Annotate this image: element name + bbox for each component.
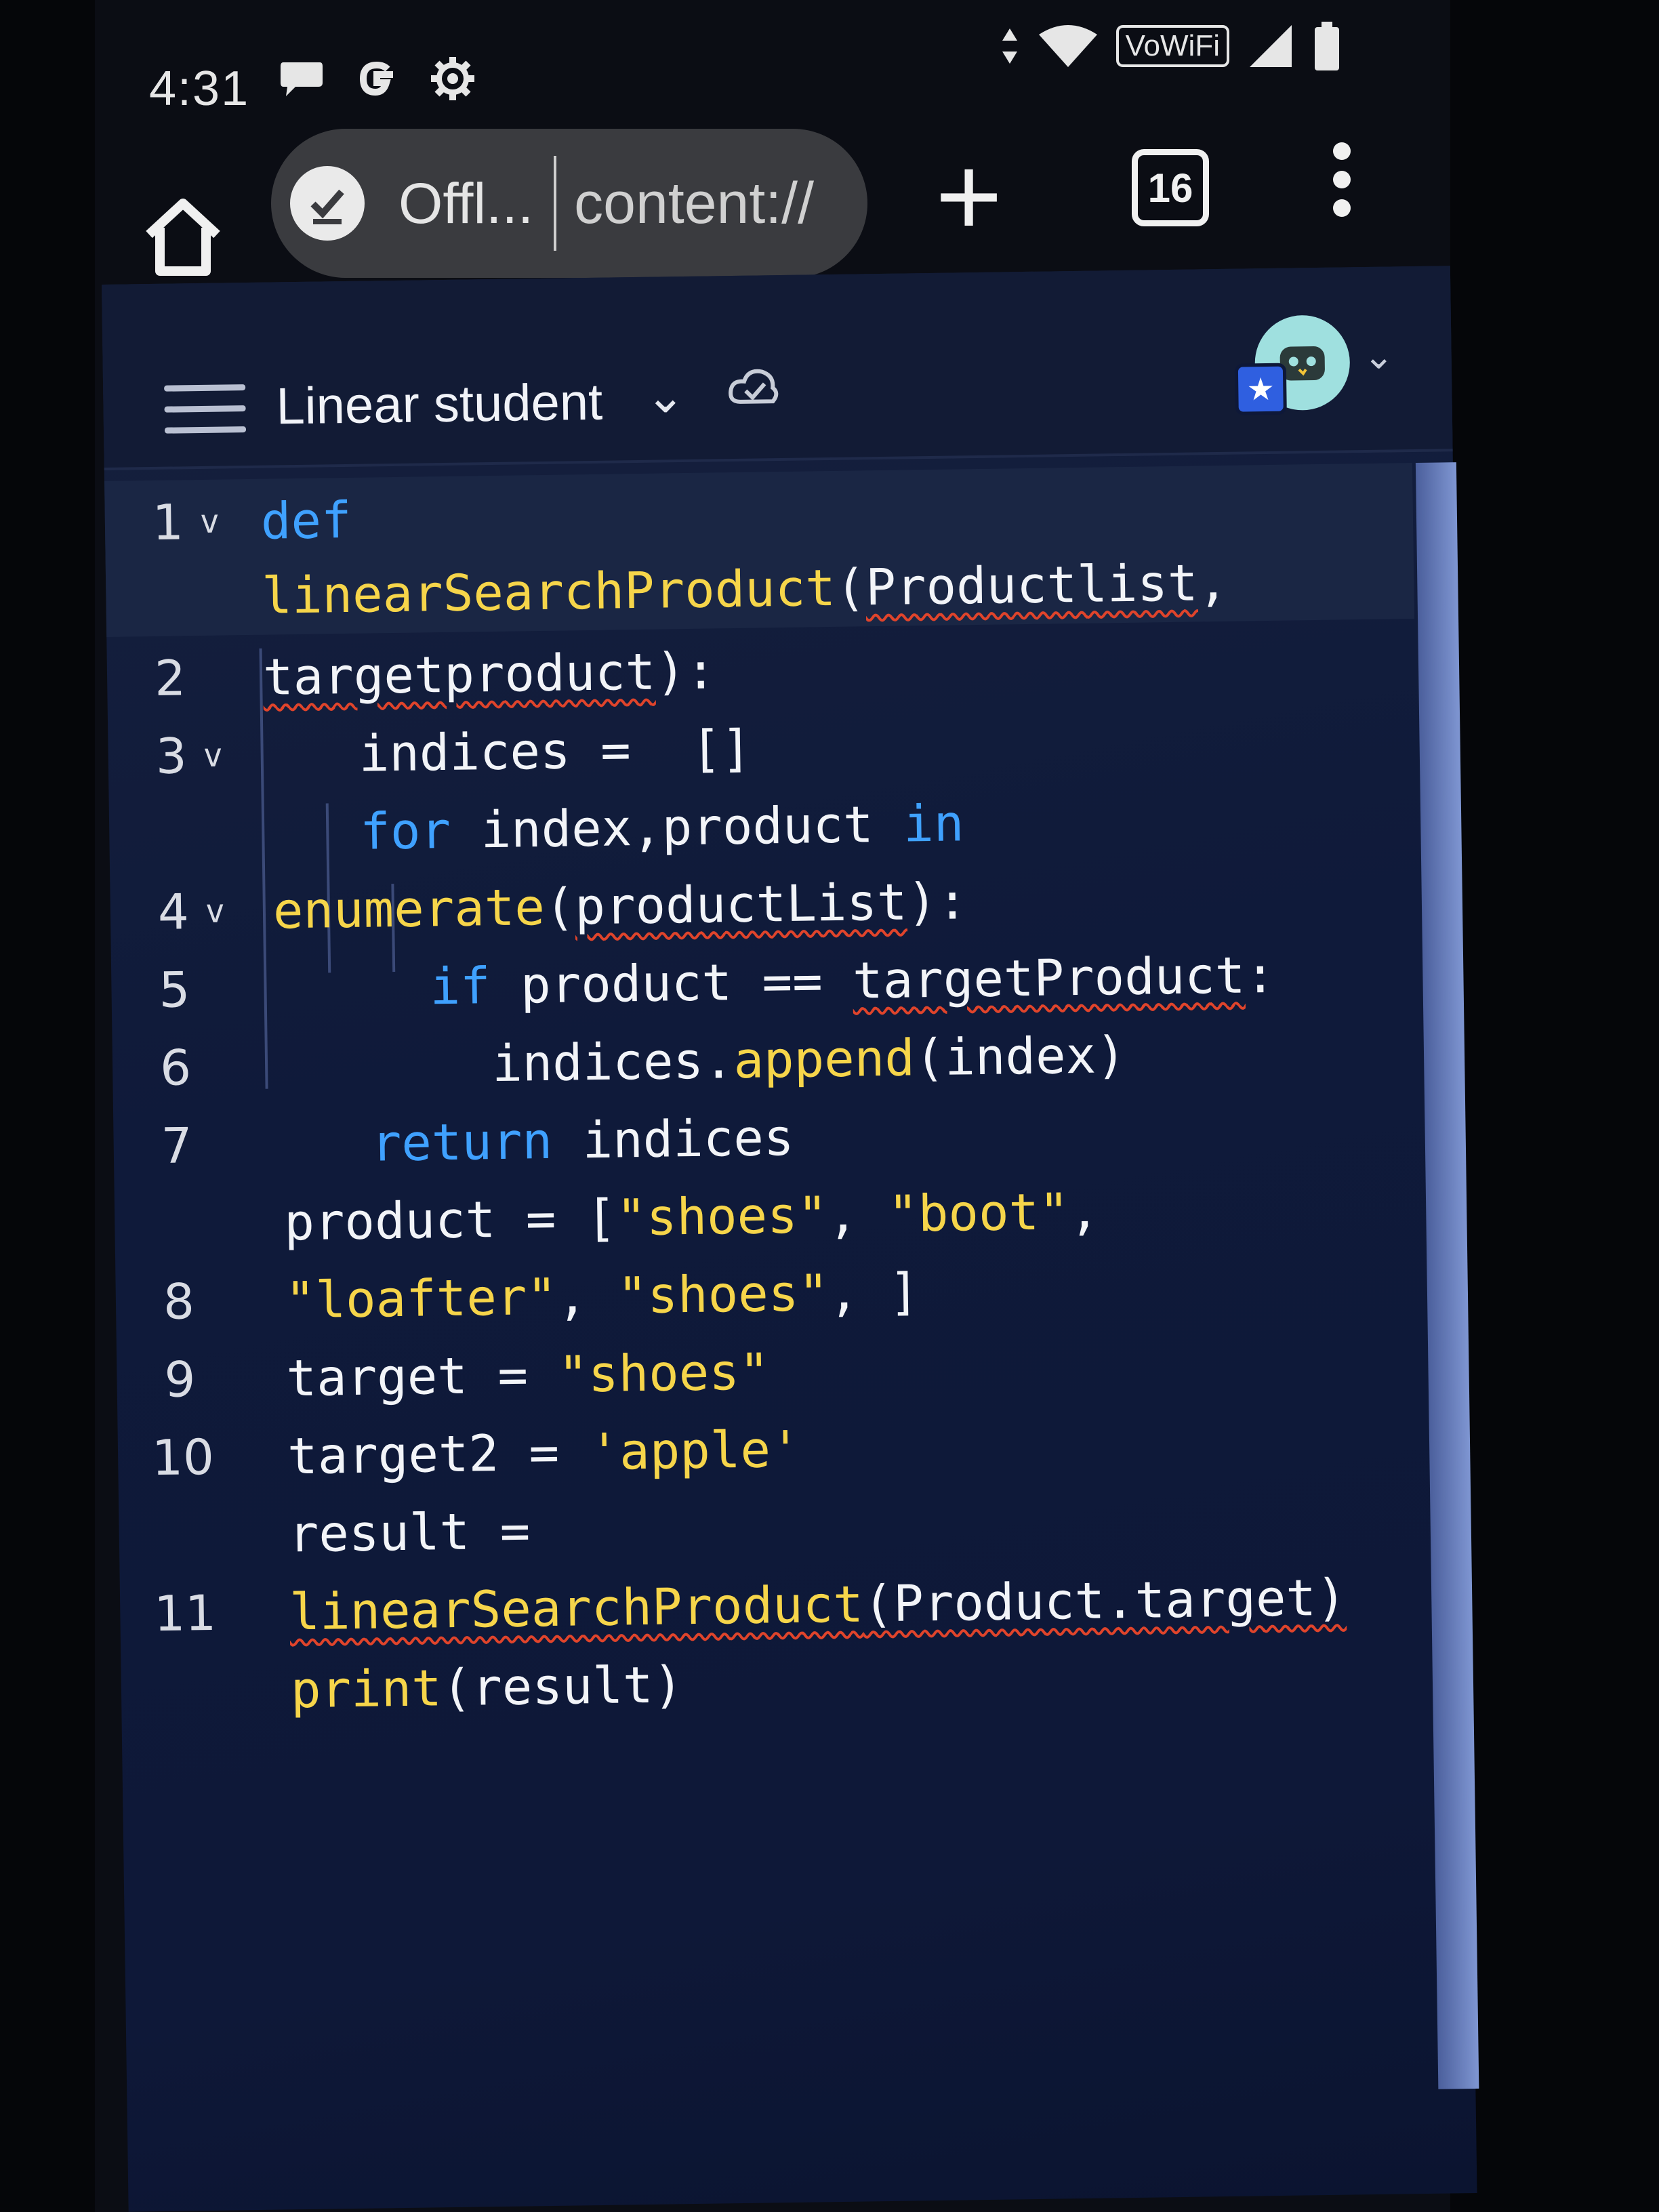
- project-name[interactable]: Linear student: [276, 373, 603, 436]
- code-text: def: [260, 491, 352, 551]
- code-text: result =: [288, 1502, 531, 1564]
- account-chevron-icon[interactable]: ⌄: [1363, 334, 1394, 377]
- star-badge-icon: ★: [1234, 363, 1287, 415]
- settings-gear-icon: [431, 57, 474, 100]
- code-text: print(result): [290, 1656, 684, 1720]
- code-text: return indices: [371, 1108, 795, 1173]
- code-text: for index,product in: [359, 794, 964, 861]
- code-text: target2 = 'apple': [287, 1420, 802, 1486]
- avatar[interactable]: ★: [1234, 314, 1351, 415]
- line-number: 3: [155, 727, 188, 785]
- battery-icon: [1315, 22, 1339, 70]
- fold-toggle-icon[interactable]: v: [200, 503, 220, 541]
- fold-toggle-icon[interactable]: v: [205, 893, 226, 930]
- data-arrows-icon: [1002, 28, 1017, 64]
- code-text: indices = []: [359, 719, 752, 783]
- line-number: 5: [158, 961, 190, 1019]
- status-right-icons: VoWiFi: [1000, 20, 1342, 72]
- line-number: 4: [157, 883, 190, 941]
- status-left-icons: [278, 54, 477, 103]
- line-number: 11: [153, 1584, 217, 1643]
- chat-bubble-icon: [281, 62, 323, 96]
- wifi-icon: [1038, 25, 1097, 67]
- code-text: target = "shoes": [285, 1343, 770, 1408]
- fold-toggle-icon[interactable]: v: [203, 737, 223, 775]
- home-icon[interactable]: [136, 190, 230, 285]
- code-line-12: print(result): [121, 1645, 1429, 1740]
- line-number: 8: [163, 1273, 195, 1330]
- url-separator: [554, 156, 557, 251]
- line-number: 2: [154, 649, 186, 707]
- line-number: 7: [161, 1117, 193, 1174]
- site-label: Offl...: [398, 171, 534, 235]
- code-text: indices.append(index): [491, 1026, 1127, 1094]
- line-number: 9: [163, 1351, 196, 1408]
- offline-check-icon: [290, 166, 365, 241]
- code-text: if product == targetProduct:: [429, 945, 1276, 1017]
- browser-menu-icon[interactable]: [1328, 142, 1355, 230]
- code-text: linearSearchProduct(Product.target): [289, 1568, 1347, 1642]
- google-g-icon: [359, 61, 393, 96]
- line-number: 1: [152, 493, 184, 551]
- app-page: Linear student ⌄ ★ ⌄ 1 v def linearSearc…: [102, 266, 1479, 2212]
- line-number: 10: [151, 1428, 215, 1487]
- code-text: "loafter", "shoes", ]: [285, 1263, 920, 1330]
- line-number: 6: [159, 1039, 192, 1097]
- new-tab-button[interactable]: +: [935, 139, 1002, 254]
- address-bar[interactable]: Offl... content://: [271, 129, 867, 278]
- tab-switcher-button[interactable]: 16: [1132, 149, 1209, 226]
- code-text: product = ["shoes", "boot",: [283, 1182, 1100, 1252]
- app-header: Linear student ⌄ ★ ⌄: [102, 266, 1453, 470]
- chevron-down-icon[interactable]: ⌄: [645, 368, 686, 424]
- url-text: content://: [574, 170, 814, 236]
- status-bar: 4:31 VoWiFi: [149, 22, 1342, 122]
- code-editor[interactable]: 1 v def linearSearchProduct(Productlist,…: [104, 463, 1436, 2175]
- hamburger-menu-icon[interactable]: [164, 384, 247, 449]
- signal-icon: [1250, 25, 1292, 67]
- vowifi-badge: VoWiFi: [1115, 25, 1229, 67]
- status-time: 4:31: [149, 62, 250, 116]
- code-text: targetproduct):: [262, 642, 716, 707]
- cloud-saved-icon: [729, 369, 779, 404]
- code-text: enumerate(productList):: [272, 872, 968, 941]
